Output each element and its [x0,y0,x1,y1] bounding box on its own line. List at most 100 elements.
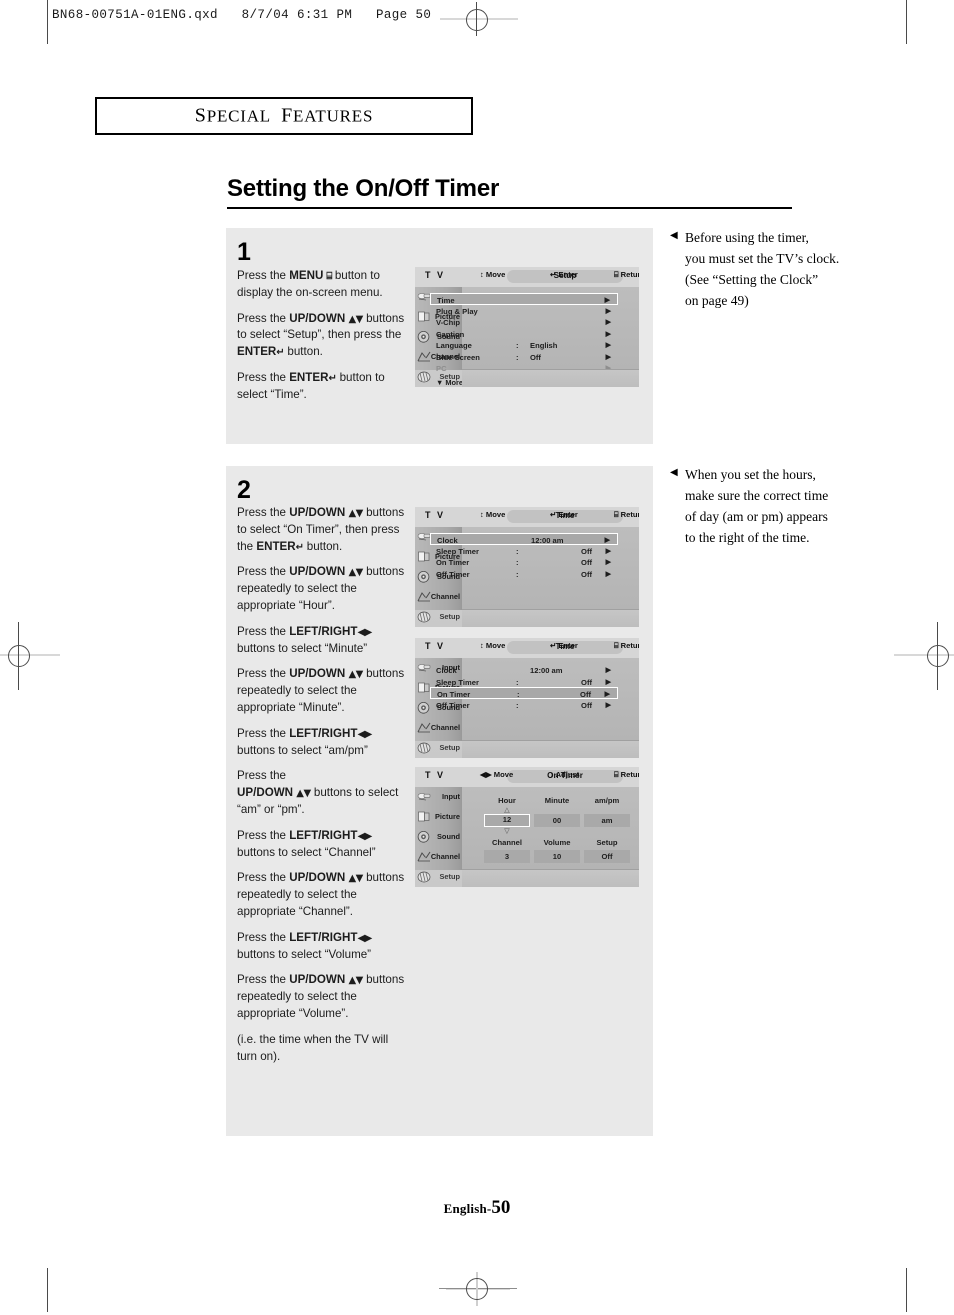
osd-menu-row[interactable]: Off Timer: Off ▶ [430,699,618,711]
osd-sidebar-label: Picture [434,812,460,821]
osd-grid-cell[interactable]: am [584,814,630,827]
instruction-paragraph: Press the UP/DOWN ▲▼ buttons to select “… [237,769,399,816]
setup-icon [417,741,432,755]
title-underline-rule [227,207,792,209]
osd-sidebar-item-setup[interactable]: Setup [415,740,462,756]
osd-sidebar-label: Channel [430,723,460,732]
instruction-paragraph: Press the LEFT/RIGHT◀▶ buttons to select… [237,828,376,859]
osd-sidebar-item-channel[interactable]: Channel [415,589,462,605]
channel-icon [417,590,432,604]
osd-row-value: Off [530,352,541,362]
osd-row-value: Off [581,558,592,567]
osd-screenshot-setup: T VSetupInputPictureSoundChannelSetupTim… [415,267,639,387]
osd-hint: ↵ Enter [550,510,578,519]
osd-menu-row[interactable]: Plug & Play ▶ [430,305,618,317]
osd-more-label[interactable]: ▼ More [436,378,463,387]
osd-row-colon: : [516,677,519,687]
osd-grid-cell[interactable]: 12 [484,814,530,827]
osd-row-value: Off [581,700,592,710]
instruction-paragraph: Press the LEFT/RIGHT◀▶ buttons to select… [237,930,372,961]
osd-tv-label: T V [425,770,446,780]
osd-row-colon: : [516,341,519,350]
osd-row-value: Off [581,546,592,556]
osd-menu-row[interactable]: Blue Screen: Off ▶ [430,351,618,363]
osd-row-colon: : [516,352,519,362]
osd-row-value: English [530,341,558,350]
osd-grid-header: Volume [543,838,571,847]
osd-row-value: 12:00 am [530,666,563,675]
osd-menu-row[interactable]: Caption ▶ [430,328,618,340]
osd-bottom-hint-bar [462,609,639,627]
osd-row-colon: : [516,700,519,710]
instruction-paragraph: Press the UP/DOWN ▲▼ buttons repeatedly … [237,871,405,918]
osd-tv-label: T V [425,270,446,280]
osd-sidebar-item-setup[interactable]: Setup [415,869,462,885]
osd-menu-row[interactable]: Clock 12:00 am ▶ [430,664,618,676]
chevron-right-icon: ▶ [604,537,610,544]
chevron-right-icon: ▶ [604,691,610,698]
osd-sidebar-item-sound[interactable]: Sound [415,829,462,845]
osd-sidebar-item-channel[interactable]: Channel [415,720,462,736]
osd-tv-label: T V [425,641,446,651]
osd-row-label: On Timer [436,558,470,567]
picture-icon [417,810,432,824]
osd-menu-row[interactable]: Time ▶ [430,293,618,305]
osd-menu-row[interactable]: Off Timer: Off ▶ [430,568,618,580]
note-line: Before using the timer, [685,230,809,245]
osd-menu-row[interactable]: On Timer: Off ▶ [430,687,618,699]
page-footer: English-50 [0,1197,954,1219]
instruction-paragraph: Press the MENU ⌸ button to display the o… [237,269,383,299]
osd-sidebar-item-input[interactable]: Input [415,789,462,805]
osd-menu-row[interactable]: Sleep Timer: Off ▶ [430,676,618,688]
osd-row-label: V-Chip [436,318,461,327]
osd-row-label: Caption [436,329,465,339]
osd-screenshot-time-clock: T VTimeInputPictureSoundChannelSetupCloc… [415,507,639,627]
osd-grid-header: Channel [492,838,522,847]
note-line: on page 49) [685,292,749,308]
step-2-number: 2 [237,476,251,504]
chevron-right-icon: ▶ [605,342,611,349]
osd-grid-header: Hour [498,796,516,805]
osd-row-label: Language [436,341,472,350]
chevron-right-icon: ▶ [605,667,611,674]
osd-sidebar-label: Channel [430,592,460,601]
osd-menu-row[interactable]: V-Chip ▶ [430,316,618,328]
osd-hint: ↵ Enter [550,270,578,279]
footer-language: English- [443,1201,492,1216]
osd-sidebar-item-picture[interactable]: Picture [415,809,462,825]
osd-grid-cell[interactable]: 3 [484,850,530,863]
osd-sidebar-item-setup[interactable]: Setup [415,609,462,625]
osd-sidebar-label: Setup [439,743,460,752]
instruction-paragraph: Press the UP/DOWN ▲▼ buttons repeatedly … [237,565,405,612]
note-bullet-icon: ◀ [670,230,678,241]
osd-row-label: Off Timer [436,700,470,710]
chevron-right-icon: ▶ [605,307,611,315]
osd-menu-row[interactable]: On Timer: Off ▶ [430,556,618,568]
input-icon [417,790,432,804]
osd-bottom-hint-bar [462,869,639,887]
osd-row-label: Off Timer [436,569,470,579]
osd-menu-row[interactable]: Sleep Timer: Off ▶ [430,545,618,557]
setup-icon [417,610,432,624]
instruction-paragraph: Press the UP/DOWN ▲▼ buttons repeatedly … [237,667,405,714]
chevron-right-icon: ▶ [605,678,611,686]
osd-grid-cell[interactable]: 10 [534,850,580,863]
instruction-paragraph: Press the UP/DOWN ▲▼ buttons repeatedly … [237,973,405,1020]
osd-grid-cell[interactable]: Off [584,850,630,863]
chevron-right-icon: ▶ [605,353,611,361]
osd-sidebar-item-channel[interactable]: Channel [415,849,462,865]
instruction-paragraph: Press the UP/DOWN ▲▼ buttons to select “… [237,311,405,359]
instruction-paragraph: Press the LEFT/RIGHT◀▶ buttons to select… [237,624,372,655]
osd-bottom-hint-bar [462,369,639,387]
osd-hint: ↵ Enter [550,641,578,650]
osd-row-colon: : [516,546,519,556]
instruction-paragraph: Press the ENTER↵ button to select “Time”… [237,370,385,401]
caret-up-icon: △ [504,807,510,814]
osd-menu-row[interactable]: Language: English ▶ [430,339,618,351]
step-1-number: 1 [237,238,251,266]
osd-grid-cell[interactable]: 00 [534,814,580,827]
margin-note-hours: ◀ When you set the hours, make sure the co… [670,465,885,549]
osd-hint: ⌸ Return [614,641,639,650]
osd-row-label: Blue Screen [436,352,480,362]
osd-menu-row[interactable]: Clock 12:00 am ▶ [430,533,618,545]
